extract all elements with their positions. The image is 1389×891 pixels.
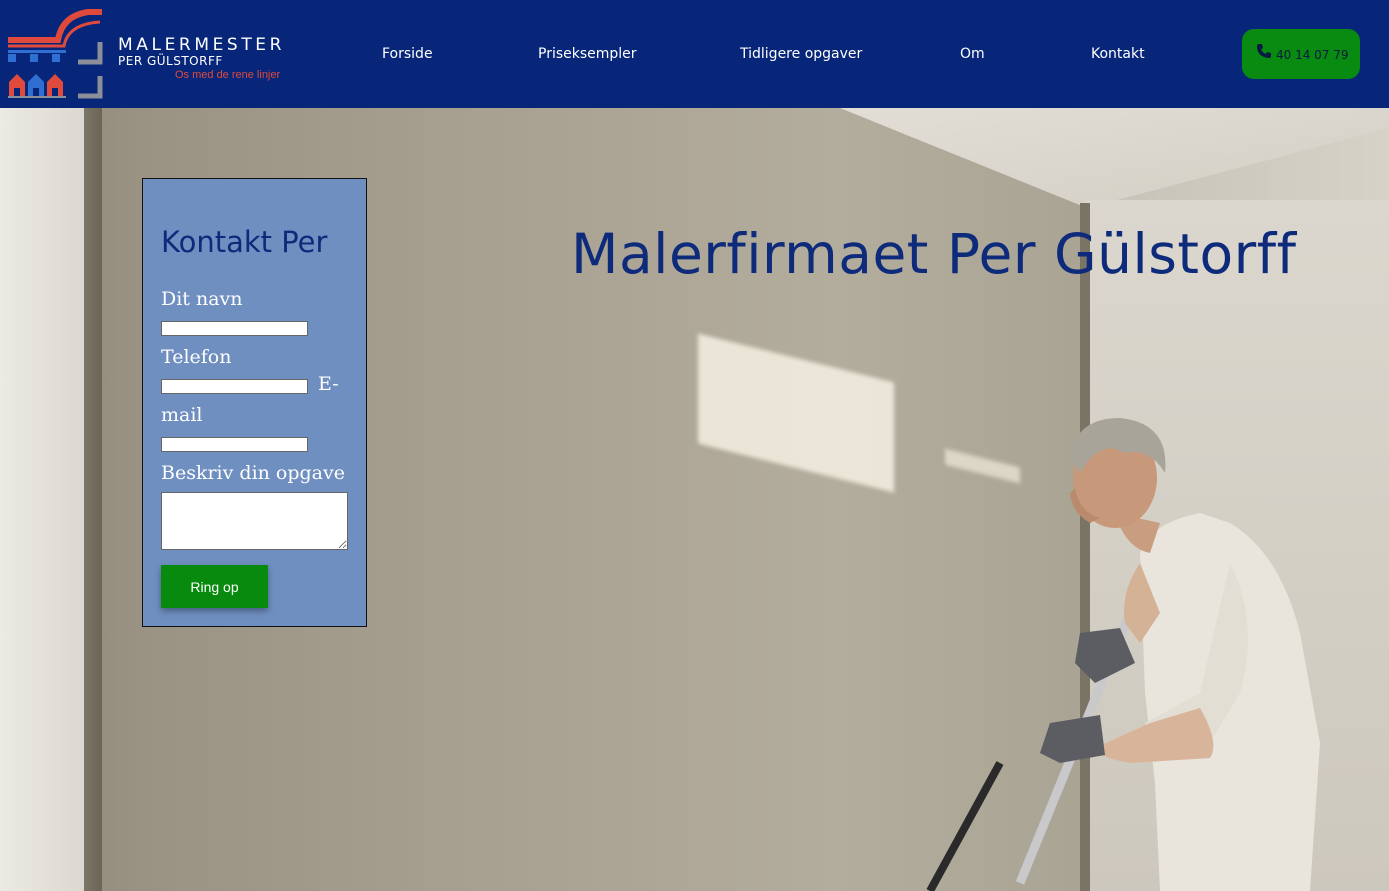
phone-number: 40 14 07 79 [1276, 48, 1349, 62]
site-header: MALERMESTER PER GÜLSTORFF Os med de rene… [0, 0, 1389, 108]
contact-form: Kontakt Per Dit navn Telefon E- mail Bes… [142, 178, 367, 627]
painter-image [926, 418, 1320, 891]
hero-bg-wall-edge [84, 108, 102, 891]
logo-title: MALERMESTER [118, 35, 286, 55]
phone-label: Telefon [161, 346, 232, 368]
email-label-part2: mail [161, 404, 203, 426]
nav-link-forside[interactable]: Forside [382, 46, 433, 62]
phone-icon [1257, 44, 1271, 58]
email-label-part1: E- [318, 373, 339, 395]
phone-button[interactable]: 40 14 07 79 [1242, 29, 1360, 79]
hero-bg-sunlight [698, 333, 894, 493]
phone-input[interactable] [161, 379, 308, 394]
hero-title: Malerfirmaet Per Gülstorff [571, 222, 1297, 286]
logo-slogan: Os med de rene linjer [175, 69, 281, 81]
company-logo[interactable]: MALERMESTER PER GÜLSTORFF Os med de rene… [0, 0, 320, 108]
name-label: Dit navn [161, 288, 243, 310]
logo-subtitle: PER GÜLSTORFF [118, 54, 223, 68]
logo-mark [8, 9, 103, 99]
nav-link-kontakt[interactable]: Kontakt [1091, 46, 1145, 62]
nav-link-priseksempler[interactable]: Priseksempler [538, 46, 637, 62]
call-submit-button[interactable]: Ring op [161, 565, 268, 608]
hero-bg-ceiling [840, 108, 1389, 208]
nav-link-om[interactable]: Om [960, 46, 985, 62]
email-input[interactable] [161, 437, 308, 452]
task-textarea[interactable] [161, 492, 348, 550]
contact-form-title: Kontakt Per [161, 225, 328, 259]
task-label: Beskriv din opgave [161, 462, 345, 484]
nav-link-tidligere-opgaver[interactable]: Tidligere opgaver [740, 46, 862, 62]
name-input[interactable] [161, 321, 308, 336]
